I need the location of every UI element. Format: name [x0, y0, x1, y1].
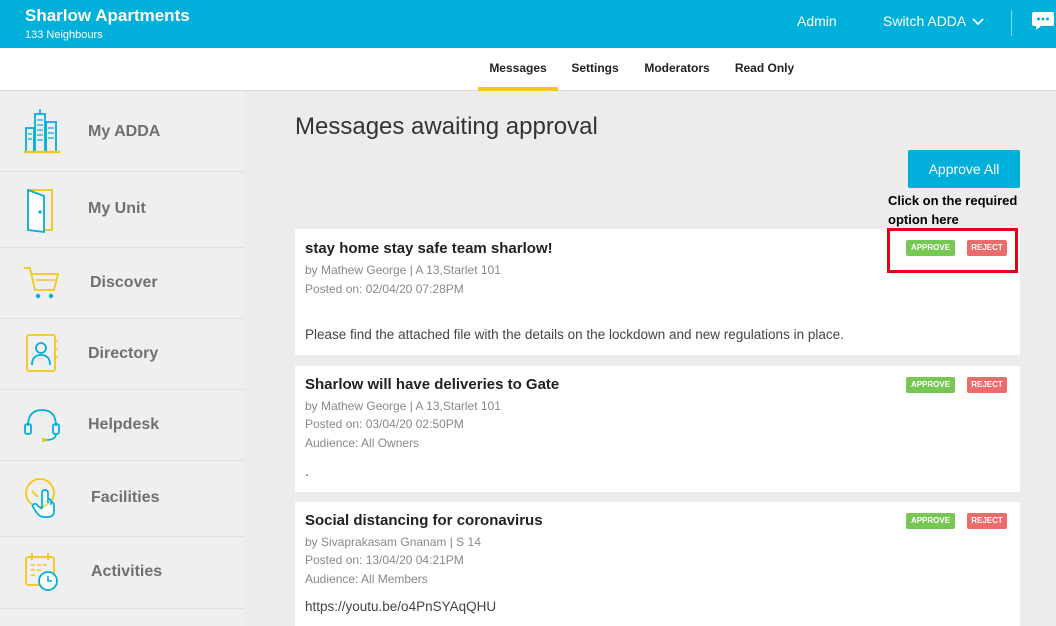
message-audience: Audience: All Members — [305, 572, 428, 586]
buildings-icon — [22, 108, 62, 154]
contact-book-icon — [22, 331, 62, 377]
tab-messages[interactable]: Messages — [478, 48, 558, 91]
top-bar: Sharlow Apartments 133 Neighbours Admin … — [0, 0, 1056, 48]
approve-button[interactable]: APPROVE — [906, 377, 955, 393]
tab-moderators[interactable]: Moderators — [637, 48, 717, 91]
sidebar-item-directory[interactable]: Directory — [0, 319, 245, 390]
sidebar-item-my-unit[interactable]: My Unit — [0, 172, 245, 248]
switch-adda-label: Switch ADDA — [883, 13, 967, 29]
message-author: by Mathew George | A 13,Starlet 101 — [305, 263, 501, 277]
approve-button[interactable]: APPROVE — [906, 240, 955, 256]
sidebar-item-label: Facilities — [91, 489, 160, 506]
message-author: by Mathew George | A 13,Starlet 101 — [305, 399, 501, 413]
reject-button[interactable]: REJECT — [967, 513, 1007, 529]
sidebar-item-label: Activities — [91, 563, 163, 580]
calendar-clock-icon — [22, 551, 62, 597]
message-body: . — [305, 464, 309, 479]
message-posted-date: Posted on: 02/04/20 07:28PM — [305, 282, 464, 296]
door-icon — [22, 186, 62, 234]
sidebar-item-activities[interactable]: Activities — [0, 537, 245, 609]
sidebar-item-label: Discover — [90, 274, 158, 291]
reject-button[interactable]: REJECT — [967, 240, 1007, 256]
reject-button[interactable]: REJECT — [967, 377, 1007, 393]
message-title: Social distancing for coronavirus — [305, 512, 543, 529]
message-title: Sharlow will have deliveries to Gate — [305, 376, 560, 393]
sidebar-item-label: My ADDA — [88, 123, 161, 140]
sidebar-item-label: Directory — [88, 345, 159, 362]
message-body: Please find the attached file with the d… — [305, 327, 844, 342]
headset-icon — [22, 402, 62, 448]
tab-settings[interactable]: Settings — [563, 48, 627, 91]
sidebar-item-facilities[interactable]: Facilities — [0, 461, 245, 537]
hand-pointer-icon — [22, 475, 62, 521]
message-card: Sharlow will have deliveries to Gate by … — [295, 366, 1020, 492]
message-card: Social distancing for coronavirus by Siv… — [295, 502, 1020, 626]
sidebar-item-label: My Unit — [88, 200, 146, 217]
neighbours-count: 133 Neighbours — [25, 29, 103, 41]
brand[interactable]: Sharlow Apartments 133 Neighbours — [25, 6, 190, 44]
sidebar: My ADDA My Unit Discover Directory Helpd… — [0, 91, 245, 626]
chevron-down-icon — [972, 13, 984, 29]
sub-navigation: Messages Settings Moderators Read Only — [0, 48, 1056, 91]
sidebar-item-discover[interactable]: Discover — [0, 248, 245, 319]
hint-annotation: Click on the required option here — [888, 193, 1018, 227]
message-audience: Audience: All Owners — [305, 436, 420, 450]
admin-link[interactable]: Admin — [797, 13, 837, 29]
cart-icon — [22, 260, 62, 306]
header-divider — [1011, 10, 1012, 36]
sidebar-item-my-adda[interactable]: My ADDA — [0, 91, 245, 172]
message-author: by Sivaprakasam Gnanam | S 14 — [305, 535, 481, 549]
message-posted-date: Posted on: 13/04/20 04:21PM — [305, 553, 464, 567]
message-card: stay home stay safe team sharlow! by Mat… — [295, 229, 1020, 355]
approve-button[interactable]: APPROVE — [906, 513, 955, 529]
sidebar-item-label: Helpdesk — [88, 416, 160, 433]
message-posted-date: Posted on: 03/04/20 02:50PM — [305, 417, 464, 431]
switch-adda-dropdown[interactable]: Switch ADDA — [883, 13, 984, 29]
approve-all-button[interactable]: Approve All — [908, 150, 1020, 188]
sidebar-item-helpdesk[interactable]: Helpdesk — [0, 390, 245, 461]
message-body: https://youtu.be/o4PnSYAqQHU — [305, 599, 497, 614]
tab-read-only[interactable]: Read Only — [727, 48, 802, 91]
app-title: Sharlow Apartments — [25, 6, 190, 25]
page-title: Messages awaiting approval — [295, 113, 598, 140]
message-title: stay home stay safe team sharlow! — [305, 240, 553, 257]
chat-icon[interactable] — [1031, 10, 1055, 37]
